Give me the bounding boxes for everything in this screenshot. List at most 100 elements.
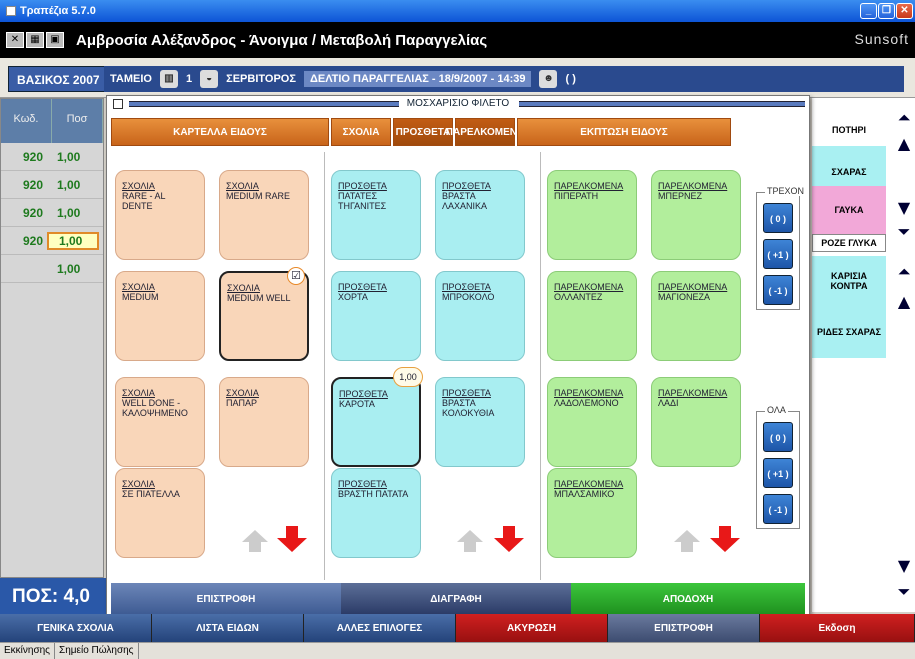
tile-name: MEDIUM bbox=[122, 292, 159, 302]
tile-name: ΠΑΤΑΤΕΣ ΤΗΓΑΝΙΤΕΣ bbox=[338, 191, 387, 211]
side-tile[interactable]: ΠΑΡΕΛΚΟΜΕΝΑ ΛΑΔΙ bbox=[651, 377, 741, 467]
product-item[interactable]: ΓΑΥΚΑ bbox=[812, 186, 886, 234]
row-code: 920 bbox=[23, 233, 44, 248]
current-plus-button[interactable]: ( +1 ) bbox=[763, 239, 793, 269]
page-up-icon[interactable] bbox=[242, 530, 268, 552]
side-tile[interactable]: ΠΑΡΕΛΚΟΜΕΝΑ ΜΠΕΡΝΕΖ bbox=[651, 170, 741, 260]
tab-comments[interactable]: ΣΧΟΛΙΑ bbox=[331, 118, 391, 146]
page-up-icon[interactable] bbox=[674, 530, 700, 552]
product-item[interactable]: ΚΑΡΙΣΙΑ ΚΟΝΤΡΑ bbox=[812, 256, 886, 306]
current-label: ΤΡΕΧΟΝ bbox=[765, 186, 807, 196]
status-tab-pos[interactable]: Σημείο Πώλησης bbox=[55, 643, 139, 659]
all-zero-button[interactable]: ( 0 ) bbox=[763, 422, 793, 452]
tile-category: ΣΧΟΛΙΑ bbox=[122, 282, 155, 292]
scroll-up-icon[interactable]: ▲ bbox=[894, 134, 914, 154]
toolbar-icon[interactable]: ▦ bbox=[26, 32, 44, 48]
issue-button[interactable]: Εκδοση bbox=[760, 614, 915, 642]
tile-category: ΣΧΟΛΙΑ bbox=[122, 388, 155, 398]
tab-item-discount[interactable]: ΕΚΠΤΩΣΗ ΕΙΔΟΥΣ bbox=[517, 118, 731, 146]
scroll-up-icon[interactable]: ▲ bbox=[894, 292, 914, 312]
status-tab-start[interactable]: Εκκίνησης bbox=[0, 643, 56, 659]
extra-tile[interactable]: ΠΡΟΣΘΕΤΑ ΒΡΑΣΤΑ ΛΑΧΑΝΙΚΑ bbox=[435, 170, 525, 260]
tile-category: ΠΡΟΣΘΕΤΑ bbox=[442, 388, 491, 398]
table-header: Κωδ. Ποσ bbox=[1, 99, 103, 143]
extra-tile[interactable]: ΠΡΟΣΘΕΤΑ ΒΡΑΣΤΗ ΠΑΤΑΤΑ bbox=[331, 468, 421, 558]
tab-sides[interactable]: ΠΑΡΕΛΚΟΜΕΝΑ bbox=[446, 118, 524, 146]
tab-extras[interactable]: ΠΡΟΣΘΕΤΑ bbox=[393, 118, 453, 146]
comment-tile[interactable]: ΣΧΟΛΙΑ MEDIUM bbox=[115, 271, 205, 361]
tile-category: ΠΡΟΣΘΕΤΑ bbox=[339, 389, 388, 399]
tile-category: ΣΧΟΛΙΑ bbox=[122, 181, 155, 191]
page-up-icon[interactable] bbox=[457, 530, 483, 552]
checkmark-icon: ☑ bbox=[287, 267, 305, 285]
extra-tile[interactable]: ΠΡΟΣΘΕΤΑ ΠΑΤΑΤΕΣ ΤΗΓΑΝΙΤΕΣ bbox=[331, 170, 421, 260]
scroll-top-icon[interactable]: ⏶ bbox=[894, 262, 914, 282]
current-minus-button[interactable]: ( -1 ) bbox=[763, 275, 793, 305]
extra-tile[interactable]: ΠΡΟΣΘΕΤΑ ΜΠΡΟΚΟΛΟ bbox=[435, 271, 525, 361]
table-row[interactable]: 920 1,00 bbox=[1, 171, 103, 199]
general-comments-button[interactable]: ΓΕΝΙΚΑ ΣΧΟΛΙΑ bbox=[0, 614, 152, 642]
extra-tile[interactable]: ΠΡΟΣΘΕΤΑ ΒΡΑΣΤΑ ΚΟΛΟΚΥΘΙΑ bbox=[435, 377, 525, 467]
tile-category: ΠΑΡΕΛΚΟΜΕΝΑ bbox=[658, 388, 728, 398]
order-items-table: Κωδ. Ποσ 920 1,00 920 1,00 920 1,00 920 1,00… bbox=[0, 98, 104, 578]
table-row[interactable]: 1,00 bbox=[1, 255, 103, 283]
item-list-button[interactable]: ΛΙΣΤΑ ΕΙΔΩΝ bbox=[152, 614, 304, 642]
row-qty: 1,00 bbox=[47, 231, 99, 250]
total-value: 4,0 bbox=[63, 586, 90, 607]
scroll-top-icon[interactable]: ⏶ bbox=[894, 108, 914, 128]
delete-button[interactable]: ΔΙΑΓΡΑΦΗ bbox=[341, 583, 571, 615]
side-tile[interactable]: ΠΑΡΕΛΚΟΜΕΝΑ ΛΑΔΟΛΕΜΟΝΟ bbox=[547, 377, 637, 467]
side-tile[interactable]: ΠΑΡΕΛΚΟΜΕΝΑ ΟΛΛΑΝΤΕΖ bbox=[547, 271, 637, 361]
tab-item-card[interactable]: ΚΑΡΤΕΛΛΑ ΕΙΔΟΥΣ bbox=[111, 118, 329, 146]
accept-button[interactable]: ΑΠΟΔΟΧΗ bbox=[571, 583, 805, 615]
scroll-down-icon[interactable]: ▼ bbox=[894, 556, 914, 576]
tile-category: ΠΡΟΣΘΕΤΑ bbox=[338, 282, 387, 292]
table-row[interactable]: 920 1,00 bbox=[1, 199, 103, 227]
all-minus-button[interactable]: ( -1 ) bbox=[763, 494, 793, 524]
all-plus-button[interactable]: ( +1 ) bbox=[763, 458, 793, 488]
close-form-icon[interactable]: ✕ bbox=[6, 32, 24, 48]
tile-category: ΠΡΟΣΘΕΤΑ bbox=[442, 282, 491, 292]
comment-tile[interactable]: ΣΧΟΛΙΑ ΣΕ ΠΙΑΤΕΛΛΑ bbox=[115, 468, 205, 558]
restore-button[interactable]: ❐ bbox=[878, 3, 895, 19]
table-row[interactable]: 920 1,00 bbox=[1, 143, 103, 171]
tile-name: ΜΠΕΡΝΕΖ bbox=[658, 191, 703, 201]
code-column-header: Κωδ. bbox=[1, 99, 52, 143]
comment-tile[interactable]: ΣΧΟΛΙΑ MEDIUM RARE bbox=[219, 170, 309, 260]
side-tile[interactable]: ΠΑΡΕΛΚΟΜΕΝΑ ΜΑΓΙΟΝΕΖΑ bbox=[651, 271, 741, 361]
dialog-menu-icon[interactable] bbox=[113, 99, 123, 109]
column-divider bbox=[540, 152, 541, 580]
column-divider bbox=[324, 152, 325, 580]
other-options-button[interactable]: ΑΛΛΕΣ ΕΠΙΛΟΓΕΣ bbox=[304, 614, 456, 642]
total-label: ΠΟΣ: bbox=[12, 586, 59, 607]
scroll-bottom-icon[interactable]: ⏷ bbox=[894, 582, 914, 602]
minimize-button[interactable]: _ bbox=[860, 3, 877, 19]
page-down-icon[interactable] bbox=[494, 526, 524, 552]
comment-tile[interactable]: ΣΧΟΛΙΑ RARE - AL DENTE bbox=[115, 170, 205, 260]
window-title-bar: Τραπέζια 5.7.0 _ ❐ ✕ bbox=[0, 0, 915, 22]
comment-tile-selected[interactable]: ΣΧΟΛΙΑ MEDIUM WELL ☑ bbox=[219, 267, 309, 361]
page-down-icon[interactable] bbox=[710, 526, 740, 552]
current-zero-button[interactable]: ( 0 ) bbox=[763, 203, 793, 233]
comment-tile[interactable]: ΣΧΟΛΙΑ WELL DONE - ΚΑΛΟΨΗΜΕΝΟ bbox=[115, 377, 205, 467]
scroll-bottom-icon[interactable]: ⏷ bbox=[894, 222, 914, 242]
extra-tile-selected[interactable]: ΠΡΟΣΘΕΤΑ ΚΑΡΟΤΑ 1,00 bbox=[331, 367, 423, 467]
page-down-icon[interactable] bbox=[277, 526, 307, 552]
tile-name: ΒΡΑΣΤΗ ΠΑΤΑΤΑ bbox=[338, 489, 409, 499]
return-button[interactable]: ΕΠΙΣΤΡΟΦΗ bbox=[608, 614, 760, 642]
extra-tile[interactable]: ΠΡΟΣΘΕΤΑ ΧΟΡΤΑ bbox=[331, 271, 421, 361]
cancel-button[interactable]: ΑΚΥΡΩΣΗ bbox=[456, 614, 608, 642]
window-icon[interactable]: ▣ bbox=[46, 32, 64, 48]
close-button[interactable]: ✕ bbox=[896, 3, 913, 19]
scroll-down-icon[interactable]: ▼ bbox=[894, 198, 914, 218]
side-tile[interactable]: ΠΑΡΕΛΚΟΜΕΝΑ ΜΠΑΛΣΑΜΙΚΟ bbox=[547, 468, 637, 558]
table-row-selected[interactable]: 920 1,00 bbox=[1, 227, 103, 255]
product-item[interactable]: ΡΟΖΕ ΓΛΥΚΑ bbox=[812, 234, 886, 252]
return-button[interactable]: ΕΠΙΣΤΡΟΦΗ bbox=[111, 583, 341, 615]
product-item[interactable]: ΡΙΔΕΣ ΣΧΑΡΑΣ bbox=[812, 306, 886, 358]
tile-name: ΒΡΑΣΤΑ ΛΑΧΑΝΙΚΑ bbox=[442, 191, 488, 211]
side-tile[interactable]: ΠΑΡΕΛΚΟΜΕΝΑ ΠΙΠΕΡΑΤΗ bbox=[547, 170, 637, 260]
comment-tile[interactable]: ΣΧΟΛΙΑ ΠΑΠΑΡ bbox=[219, 377, 309, 467]
dialog-title-bar: ΜΟΣΧΑΡΙΣΙΟ ΦΙΛΕΤΟ bbox=[107, 96, 809, 112]
tile-name: ΜΑΓΙΟΝΕΖΑ bbox=[658, 292, 710, 302]
